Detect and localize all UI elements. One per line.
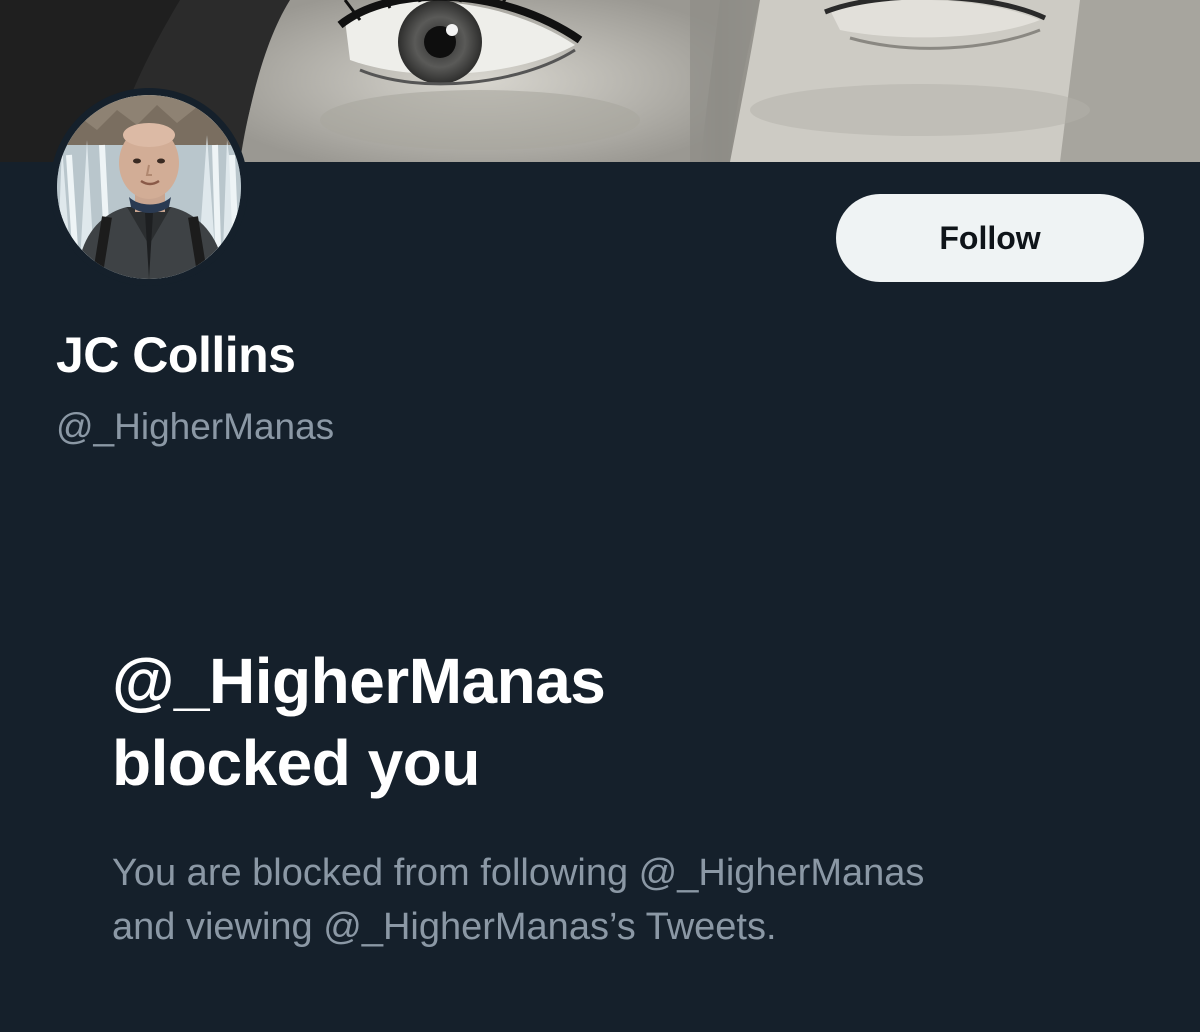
blocked-title-line-1: @_HigherManas [112,645,606,717]
blocked-title: @_HigherManas blocked you [112,640,1092,804]
blocked-description: You are blocked from following @_HigherM… [112,846,1112,954]
avatar[interactable] [57,95,241,279]
profile-page: Follow JC Collins @_HigherManas @_Higher… [0,0,1200,1032]
blocked-description-line-1: You are blocked from following @_HigherM… [112,852,925,894]
follow-button[interactable]: Follow [836,194,1144,282]
blocked-description-line-2: and viewing @_HigherManas’s Tweets. [112,906,777,948]
profile-display-name: JC Collins [56,327,296,383]
blocked-title-line-2: blocked you [112,727,480,799]
profile-handle: @_HigherManas [56,406,335,447]
avatar-photo-graphic [57,95,241,279]
